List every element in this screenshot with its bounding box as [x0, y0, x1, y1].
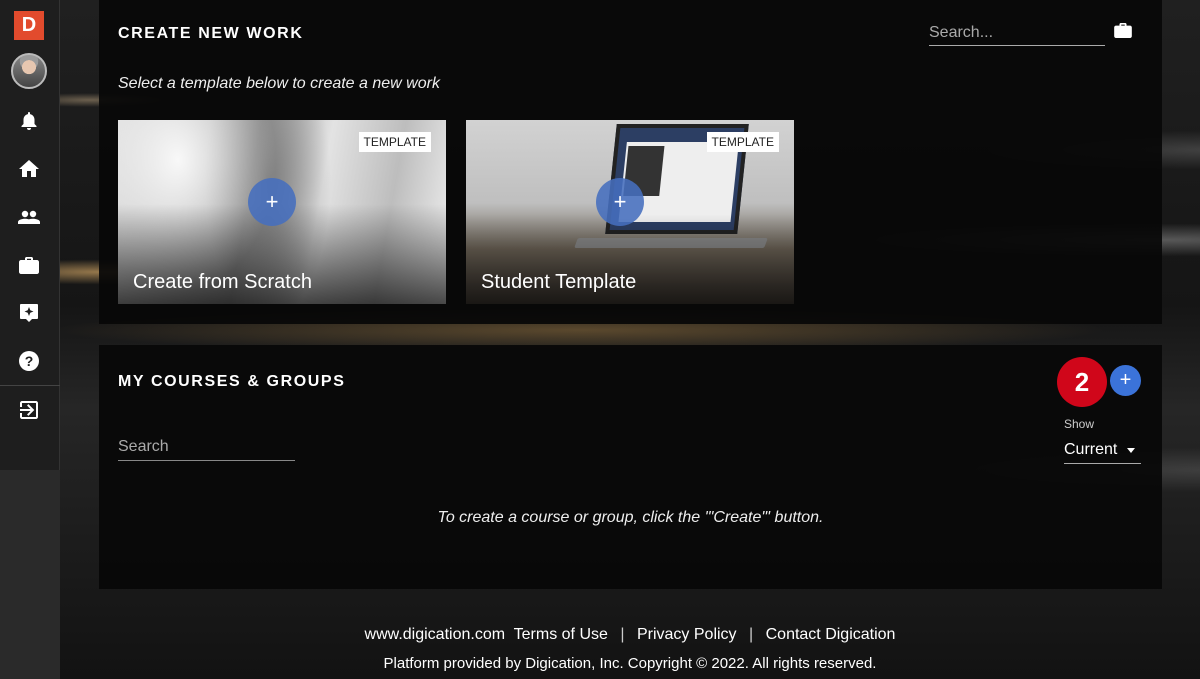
- template-badge: TEMPLATE: [358, 132, 431, 152]
- show-filter-select[interactable]: Current: [1064, 437, 1141, 464]
- exit-icon[interactable]: [16, 397, 42, 423]
- step-number-badge: 2: [1057, 357, 1107, 407]
- footer-link-contact[interactable]: Contact Digication: [766, 626, 896, 643]
- create-new-work-panel: CREATE NEW WORK Select a template below …: [99, 0, 1162, 324]
- footer-separator: |: [620, 626, 625, 643]
- my-courses-title: MY COURSES & GROUPS: [118, 373, 346, 390]
- sidebar-footer: [0, 470, 60, 679]
- footer-link-privacy[interactable]: Privacy Policy: [637, 626, 737, 643]
- student-template-button[interactable]: +: [596, 178, 644, 226]
- create-new-work-subtitle: Select a template below to create a new …: [118, 75, 440, 92]
- show-filter-value: Current: [1064, 441, 1118, 458]
- laptop-base: [574, 238, 768, 248]
- bell-icon[interactable]: [16, 108, 42, 134]
- template-card-scratch[interactable]: TEMPLATE + Create from Scratch: [118, 120, 446, 304]
- help-icon[interactable]: ?: [16, 348, 42, 374]
- footer-copyright: Platform provided by Digication, Inc. Co…: [383, 655, 877, 672]
- empty-courses-message: To create a course or group, click the '…: [437, 509, 824, 526]
- course-search-input[interactable]: [118, 433, 295, 461]
- template-card-label: Student Template: [481, 271, 637, 293]
- template-search-input[interactable]: [929, 20, 1105, 46]
- template-card-student[interactable]: TEMPLATE + Student Template: [466, 120, 794, 304]
- sidebar-divider: [0, 385, 60, 386]
- briefcase-icon[interactable]: [16, 252, 42, 278]
- template-card-label: Create from Scratch: [133, 271, 312, 293]
- chevron-down-icon: [1127, 447, 1135, 453]
- footer-links: www.digication.com Terms of Use | Privac…: [60, 626, 1200, 644]
- footer-separator: |: [749, 626, 754, 643]
- template-badge: TEMPLATE: [706, 132, 779, 152]
- home-icon[interactable]: [16, 156, 42, 182]
- svg-text:?: ?: [25, 353, 34, 369]
- sparkle-note-icon[interactable]: [16, 300, 42, 326]
- create-course-button[interactable]: +: [1110, 365, 1141, 396]
- create-from-scratch-button[interactable]: +: [248, 178, 296, 226]
- footer-link-website[interactable]: www.digication.com: [365, 626, 506, 643]
- footer-link-terms[interactable]: Terms of Use: [514, 626, 608, 643]
- my-courses-panel: MY COURSES & GROUPS 2 + Show Current To …: [99, 345, 1162, 589]
- briefcase-icon[interactable]: [1114, 23, 1134, 41]
- show-label: Show: [1064, 417, 1095, 431]
- sidebar: D ?: [0, 0, 60, 679]
- logo[interactable]: D: [14, 11, 44, 40]
- avatar[interactable]: [11, 53, 47, 89]
- people-icon[interactable]: [16, 204, 42, 230]
- create-new-work-title: CREATE NEW WORK: [118, 25, 304, 42]
